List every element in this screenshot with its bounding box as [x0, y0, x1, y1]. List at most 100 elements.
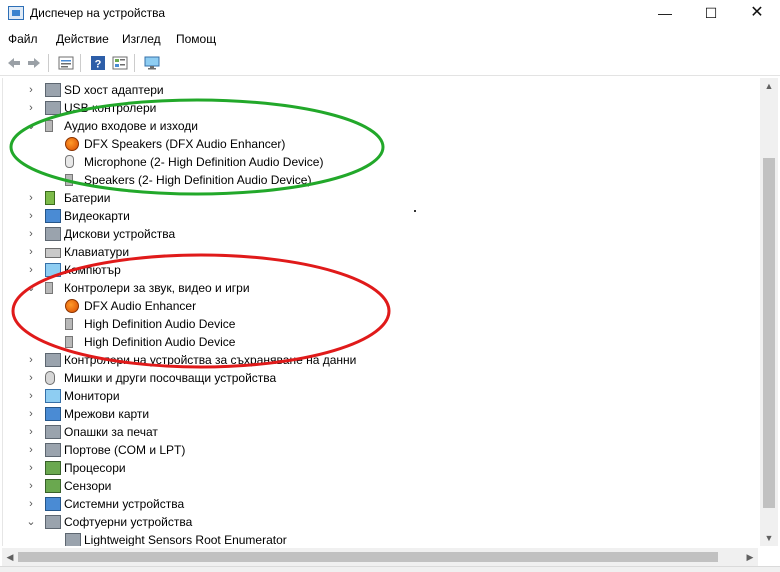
tree-item-label: Контролери за звук, видео и игри	[64, 281, 250, 295]
chevron-down-icon[interactable]: ⌄	[25, 279, 37, 297]
device-manager-icon	[8, 6, 24, 20]
chevron-right-icon[interactable]: ›	[25, 99, 37, 117]
close-button[interactable]: ✕	[734, 0, 780, 28]
category-row[interactable]: › Мрежови карти	[3, 405, 753, 423]
tree-item-label: Портове (COM и LPT)	[64, 443, 186, 457]
category-row[interactable]: › Процесори	[3, 459, 753, 477]
storage-controller-icon	[45, 353, 61, 367]
device-row[interactable]: DFX Audio Enhancer	[3, 297, 753, 315]
sensor-icon	[45, 479, 61, 493]
category-row[interactable]: ⌄ Аудио входове и изходи	[3, 117, 753, 135]
toolbar: ?	[0, 50, 780, 76]
category-row[interactable]: › Контролери на устройства за съхраняване…	[3, 351, 753, 369]
chevron-right-icon[interactable]: ›	[25, 441, 37, 459]
device-row[interactable]: Lightweight Sensors Root Enumerator	[3, 531, 753, 546]
category-row[interactable]: › Монитори	[3, 387, 753, 405]
disk-drive-icon	[45, 227, 61, 241]
category-row[interactable]: › Батерии	[3, 189, 753, 207]
device-row[interactable]: DFX Speakers (DFX Audio Enhancer)	[3, 135, 753, 153]
device-row[interactable]: Microphone (2- High Definition Audio Dev…	[3, 153, 753, 171]
device-row[interactable]: Speakers (2- High Definition Audio Devic…	[3, 171, 753, 189]
computer-icon	[45, 263, 61, 277]
chevron-right-icon[interactable]: ›	[25, 207, 37, 225]
speaker-icon	[65, 174, 73, 186]
speaker-icon	[45, 120, 53, 132]
minimize-button[interactable]: —	[642, 0, 688, 28]
vertical-scroll-thumb[interactable]	[763, 158, 775, 508]
tree-item-label: Lightweight Sensors Root Enumerator	[84, 533, 287, 546]
network-adapter-icon	[45, 407, 61, 421]
status-bar	[0, 566, 780, 572]
category-row[interactable]: › Видеокарти	[3, 207, 753, 225]
scroll-down-arrow-icon[interactable]: ▼	[760, 530, 778, 546]
category-row[interactable]: ⌄ Контролери за звук, видео и игри	[3, 279, 753, 297]
device-tree[interactable]: › SD хост адаптери › USB контролери ⌄ Аудио в…	[2, 78, 758, 546]
properties-icon[interactable]	[58, 55, 74, 71]
system-device-icon	[45, 497, 61, 511]
chevron-down-icon[interactable]: ⌄	[25, 117, 37, 135]
software-device-icon	[45, 515, 61, 529]
category-row[interactable]: › Клавиатури	[3, 243, 753, 261]
maximize-button[interactable]: ☐	[688, 0, 734, 28]
chevron-right-icon[interactable]: ›	[25, 423, 37, 441]
horizontal-scrollbar[interactable]: ◀ ▶	[2, 548, 758, 566]
chevron-right-icon[interactable]: ›	[25, 477, 37, 495]
category-row[interactable]: › Сензори	[3, 477, 753, 495]
chevron-right-icon[interactable]: ›	[25, 351, 37, 369]
speaker-icon	[65, 336, 73, 348]
tree-item-label: Мишки и други посочващи устройства	[64, 371, 277, 385]
view-icon[interactable]	[112, 55, 128, 71]
chevron-right-icon[interactable]: ›	[25, 243, 37, 261]
chevron-right-icon[interactable]: ›	[25, 369, 37, 387]
device-row[interactable]: High Definition Audio Device	[3, 315, 753, 333]
category-row[interactable]: › Опашки за печат	[3, 423, 753, 441]
category-row[interactable]: › Мишки и други посочващи устройства	[3, 369, 753, 387]
menu-action[interactable]: Действие	[56, 32, 109, 46]
help-icon[interactable]: ?	[90, 55, 106, 71]
tree-item-label: DFX Audio Enhancer	[84, 299, 197, 313]
device-row[interactable]: High Definition Audio Device	[3, 333, 753, 351]
menu-help[interactable]: Помощ	[176, 32, 216, 46]
chevron-right-icon[interactable]: ›	[25, 405, 37, 423]
port-icon	[45, 443, 61, 457]
chevron-right-icon[interactable]: ›	[25, 387, 37, 405]
software-device-icon	[65, 533, 81, 546]
tree-item-label: USB контролери	[64, 101, 157, 115]
scroll-up-arrow-icon[interactable]: ▲	[760, 78, 778, 94]
chevron-right-icon[interactable]: ›	[25, 189, 37, 207]
chevron-right-icon[interactable]: ›	[25, 495, 37, 513]
scroll-left-arrow-icon[interactable]: ◀	[2, 548, 18, 566]
chevron-right-icon[interactable]: ›	[25, 459, 37, 477]
display-adapter-icon	[45, 209, 61, 223]
tree-item-label: Контролери на устройства за съхраняване …	[64, 353, 357, 367]
tree-item-label: Батерии	[64, 191, 111, 205]
category-row[interactable]: › USB контролери	[3, 99, 753, 117]
tree-item-label: Сензори	[64, 479, 112, 493]
tree-item-label: Speakers (2- High Definition Audio Devic…	[84, 173, 312, 187]
horizontal-scroll-thumb[interactable]	[18, 552, 718, 562]
category-row[interactable]: › SD хост адаптери	[3, 81, 753, 99]
category-row[interactable]: › Портове (COM и LPT)	[3, 441, 753, 459]
category-row[interactable]: › Компютър	[3, 261, 753, 279]
category-row[interactable]: › Системни устройства	[3, 495, 753, 513]
tree-item-label: Дискови устройства	[64, 227, 176, 241]
mouse-icon	[45, 371, 55, 385]
menu-view[interactable]: Изглед	[122, 32, 161, 46]
menu-file[interactable]: Файл	[8, 32, 38, 46]
scroll-right-arrow-icon[interactable]: ▶	[742, 548, 758, 566]
tree-item-label: Мрежови карти	[64, 407, 150, 421]
chevron-right-icon[interactable]: ›	[25, 261, 37, 279]
chevron-right-icon[interactable]: ›	[25, 81, 37, 99]
vertical-scrollbar[interactable]: ▲ ▼	[760, 78, 778, 546]
chevron-right-icon[interactable]: ›	[25, 225, 37, 243]
menu-bar: Файл Действие Изглед Помощ	[0, 28, 780, 50]
tree-item-label: High Definition Audio Device	[84, 317, 236, 331]
forward-arrow-icon[interactable]	[26, 55, 42, 71]
speaker-icon	[65, 318, 73, 330]
dfx-icon	[65, 137, 79, 151]
chevron-down-icon[interactable]: ⌄	[25, 513, 37, 531]
back-arrow-icon[interactable]	[6, 55, 22, 71]
category-row[interactable]: ⌄ Софтуерни устройства	[3, 513, 753, 531]
monitor-icon[interactable]	[144, 55, 160, 71]
category-row[interactable]: › Дискови устройства	[3, 225, 753, 243]
